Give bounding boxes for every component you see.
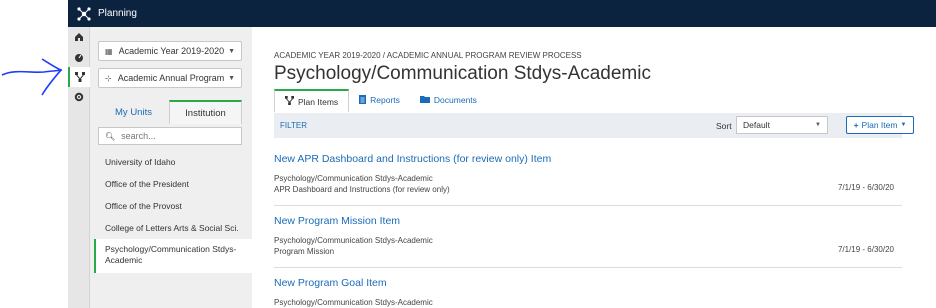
unit-item[interactable]: Office of the President (94, 173, 252, 195)
unit-item[interactable]: College of Letters Arts & Social Sci. (94, 217, 252, 239)
unit-item-selected[interactable]: Psychology/Communication Stdys-Academic (94, 239, 252, 273)
plus-icon: + (853, 120, 859, 130)
plan-item-dates: 7/1/19 - 6/30/20 (837, 245, 894, 254)
plan-item-dates: 7/1/19 - 6/30/20 (837, 183, 894, 192)
plan-item-unit: Psychology/Communication Stdys-Academic (274, 174, 433, 183)
search-placeholder: search... (121, 131, 156, 141)
content-tabs: Plan Items Reports Documents (274, 89, 487, 112)
unit-tabs: My Units Institution (98, 100, 242, 124)
tab-institution[interactable]: Institution (169, 100, 242, 124)
tab-plan-items[interactable]: Plan Items (274, 89, 350, 112)
plan-item-type: APR Dashboard and Instructions (for revi… (274, 185, 450, 194)
home-icon[interactable] (68, 27, 90, 47)
chevron-down-icon: ▼ (900, 122, 907, 128)
unit-search-input[interactable]: 🔍︎ search... (98, 127, 242, 145)
chevron-down-icon: ▼ (228, 47, 235, 55)
tab-documents[interactable]: Documents (410, 89, 487, 111)
planning-page: Planning ▦ Academic Year 2019-2020 ▼ ⊹ A… (0, 0, 936, 308)
unit-list: University of Idaho Office of the Presid… (94, 151, 252, 273)
chevron-down-icon: ▼ (228, 74, 235, 82)
planning-icon (285, 96, 294, 107)
folder-icon (419, 95, 430, 105)
plan-item: New Program Mission Item Psychology/Comm… (274, 215, 902, 268)
add-plan-item-label: Plan Item (861, 120, 898, 130)
plan-item-title[interactable]: New APR Dashboard and Instructions (for … (274, 153, 902, 165)
planning-icon: ⊹ (105, 73, 112, 83)
plan-item-unit: Psychology/Communication Stdys-Academic (274, 298, 433, 307)
divider (274, 267, 902, 268)
tab-reports[interactable]: Reports (349, 89, 410, 111)
settings-icon[interactable] (68, 87, 90, 107)
unit-panel: ▦ Academic Year 2019-2020 ▼ ⊹ Academic A… (90, 27, 252, 308)
plan-item-title[interactable]: New Program Goal Item (274, 277, 902, 289)
tab-reports-label: Reports (370, 95, 400, 105)
add-plan-item-button[interactable]: + Plan Item ▼ (846, 116, 914, 134)
plan-item-title[interactable]: New Program Mission Item (274, 215, 902, 227)
app-title: Planning (98, 8, 137, 19)
planning-icon[interactable] (68, 67, 90, 87)
breadcrumb: ACADEMIC YEAR 2019-2020 / ACADEMIC ANNUA… (274, 51, 582, 60)
sort-value: Default (743, 120, 770, 130)
tab-documents-label: Documents (433, 95, 477, 105)
page-title: Psychology/Communication Stdys-Academic (274, 63, 651, 84)
chevron-down-icon: ▼ (815, 122, 821, 128)
filter-toggle[interactable]: FILTER (280, 121, 307, 130)
process-select[interactable]: ⊹ Academic Annual Program R ▼ (98, 68, 242, 88)
academic-year-value: Academic Year 2019-2020 (118, 46, 225, 56)
tab-my-units[interactable]: My Units (98, 100, 169, 124)
process-value: Academic Annual Program R (117, 73, 225, 83)
top-bar: Planning (68, 0, 936, 27)
filter-bar: FILTER Sort Default ▼ + Plan Item ▼ (274, 113, 914, 138)
plan-item: New Program Goal Item Psychology/Communi… (274, 277, 902, 308)
dashboard-icon[interactable] (68, 47, 90, 67)
report-icon (359, 94, 367, 106)
main-content: ACADEMIC YEAR 2019-2020 / ACADEMIC ANNUA… (262, 27, 936, 308)
academic-year-select[interactable]: ▦ Academic Year 2019-2020 ▼ (98, 41, 242, 61)
sort-select[interactable]: Default ▼ (736, 116, 828, 134)
sort-label: Sort (716, 120, 732, 131)
icon-rail (68, 27, 90, 308)
plan-item-type: Program Mission (274, 247, 335, 256)
plan-item: New APR Dashboard and Instructions (for … (274, 153, 902, 206)
plan-item-unit: Psychology/Communication Stdys-Academic (274, 236, 433, 245)
calendar-icon: ▦ (105, 46, 113, 56)
search-icon: 🔍︎ (105, 131, 116, 141)
divider (274, 205, 902, 206)
planning-logo-icon (76, 6, 92, 22)
annotation-arrow-icon (1, 58, 63, 96)
unit-item[interactable]: University of Idaho (94, 151, 252, 173)
unit-item[interactable]: Office of the Provost (94, 195, 252, 217)
tab-plan-items-label: Plan Items (298, 96, 339, 107)
